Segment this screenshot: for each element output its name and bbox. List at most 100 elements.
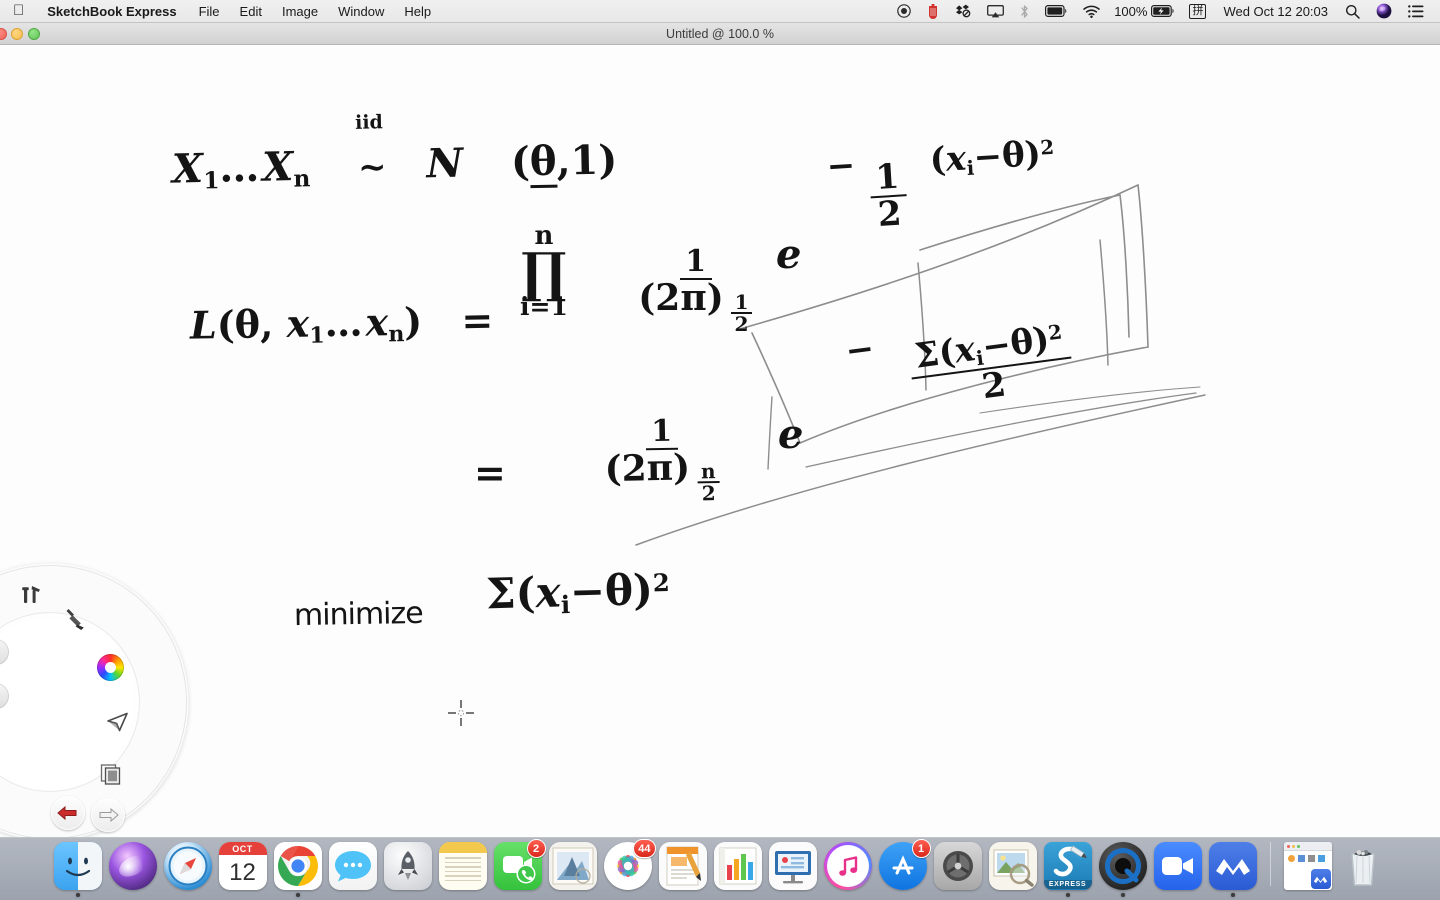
brush-icon[interactable] (60, 602, 94, 636)
calendar-icon: OCT 12 (218, 842, 267, 890)
red-app-status-icon[interactable] (919, 0, 947, 22)
dock-item-siri[interactable] (108, 842, 157, 890)
line1-variables: X1…Xn (171, 143, 311, 195)
photos-badge: 44 (633, 839, 656, 858)
app-store-badge: 1 (911, 839, 931, 858)
dock-item-facetime[interactable]: 2 (493, 839, 546, 890)
canvas-line-3-e: e (778, 411, 804, 458)
dock-item-calendar[interactable]: OCT 12 (218, 842, 267, 890)
color-wheel-icon[interactable] (93, 650, 127, 684)
zoom-window-button[interactable] (28, 27, 40, 40)
menu-help[interactable]: Help (394, 0, 441, 22)
dock-item-messages[interactable] (328, 842, 377, 890)
dock[interactable]: OCT 12 2 44 1 EXPRESS (0, 837, 1440, 900)
zoom-icon (1153, 842, 1202, 890)
menu-edit[interactable]: Edit (230, 0, 272, 22)
running-indicator (295, 893, 300, 897)
battery-charging-icon[interactable] (1151, 0, 1181, 22)
dock-item-app-store[interactable]: 1 (878, 839, 931, 890)
running-indicator (1120, 893, 1125, 897)
airplay-icon[interactable] (979, 0, 1012, 22)
battery-percent-label: 100% (1114, 3, 1148, 19)
dock-item-minimized-window[interactable] (1283, 842, 1332, 890)
notes-icon (438, 842, 487, 890)
dock-item-teams[interactable] (1208, 842, 1257, 897)
calendar-day: 12 (229, 858, 256, 886)
preview-icon (988, 842, 1037, 890)
drawing-canvas[interactable]: X1…Xn iid ~ N (θ,1) − 12 (xi−θ)2 L(θ, x1… (0, 45, 1440, 837)
dock-item-photos[interactable]: 44 (603, 839, 656, 890)
input-source-icon[interactable]: 拼 (1181, 0, 1214, 22)
finder-icon (53, 842, 102, 890)
dock-item-zoom[interactable] (1153, 842, 1202, 890)
dock-item-system-preferences[interactable] (933, 842, 982, 890)
menu-file[interactable]: File (189, 0, 230, 22)
minimize-window-button[interactable] (11, 27, 23, 40)
dock-item-chrome[interactable] (273, 842, 322, 897)
sketchbook-express-icon: EXPRESS (1043, 842, 1092, 890)
dock-item-mail[interactable] (548, 842, 597, 890)
running-indicator (75, 893, 80, 897)
trash-icon (1339, 842, 1387, 890)
dock-item-quicktime[interactable] (1098, 842, 1147, 897)
dock-item-sketchbook-express[interactable]: EXPRESS (1043, 842, 1092, 897)
dock-item-notes[interactable] (438, 842, 487, 890)
canvas-line-3-fraction: 1 (2π) n2 (595, 392, 729, 506)
dock-item-trash[interactable] (1339, 842, 1387, 890)
dock-item-pages[interactable] (658, 842, 707, 890)
spotlight-search-icon[interactable] (1337, 0, 1368, 22)
running-indicator (1230, 893, 1235, 897)
apple-menu[interactable]:  (0, 0, 35, 22)
bluetooth-icon[interactable] (1012, 0, 1037, 22)
canvas-line-1: X1…Xn iid ~ N (θ,1) (171, 111, 618, 195)
dock-item-keynote[interactable] (768, 842, 817, 890)
product-lower-limit: i=1 (520, 291, 568, 321)
apple-logo-icon:  (13, 3, 24, 18)
menu-image[interactable]: Image (272, 0, 328, 22)
menu-bar-clock[interactable]: Wed Oct 12 20:03 (1214, 0, 1337, 22)
window-title-bar[interactable]: Untitled @ 100.0 % (0, 23, 1440, 45)
canvas-line-4-label: minimize (293, 595, 423, 634)
selection-arrow-icon[interactable] (101, 705, 135, 739)
menu-app-name[interactable]: SketchBook Express (35, 0, 188, 22)
siri-icon[interactable] (1368, 0, 1400, 22)
sketchbook-window: Untitled @ 100.0 % X1…Xn iid ~ N (θ,1) −… (0, 23, 1440, 837)
dock-item-preview[interactable] (988, 842, 1037, 890)
minimized-window-thumbnail (1283, 842, 1332, 890)
input-source-label: 拼 (1189, 3, 1207, 19)
canvas-line-2-exponent: − 12 (xi−θ)2 (825, 133, 1055, 235)
siri-dock-icon (108, 842, 157, 890)
window-title: Untitled @ 100.0 % (666, 26, 774, 41)
line1-iid-tilde: iid ~ (354, 111, 387, 188)
teams-icon (1208, 842, 1257, 890)
wifi-icon[interactable] (1075, 0, 1108, 22)
undo-button[interactable] (51, 796, 85, 830)
canvas-line-4-expression: Σ(xi−θ)2 (485, 565, 671, 620)
safari-icon (163, 842, 212, 890)
tools-icon[interactable] (14, 577, 48, 611)
dock-item-safari[interactable] (163, 842, 212, 890)
sync-status-icon[interactable] (947, 0, 979, 22)
pages-icon (658, 842, 707, 890)
launchpad-icon (383, 842, 432, 890)
battery-icon[interactable] (1037, 0, 1075, 22)
canvas-line-2-lhs: L(θ, x1…xn) = (189, 297, 494, 349)
notification-center-icon[interactable] (1400, 0, 1432, 22)
quicktime-icon (1098, 842, 1147, 890)
facetime-badge: 2 (526, 839, 546, 858)
product-symbol: ∏ (521, 239, 567, 304)
dock-item-numbers[interactable] (713, 842, 762, 890)
dock-item-itunes[interactable] (823, 842, 872, 890)
system-preferences-icon (933, 842, 982, 890)
line1-parameters: (θ,1) (510, 136, 618, 189)
menu-window[interactable]: Window (328, 0, 394, 22)
screen-recording-icon[interactable] (889, 0, 919, 22)
dock-item-finder[interactable] (53, 842, 102, 897)
menu-bar-status-area: 100% 拼 Wed Oct 12 20:03 (889, 0, 1440, 22)
running-indicator (1065, 893, 1070, 897)
chrome-icon (273, 842, 322, 890)
redo-button[interactable] (91, 798, 125, 832)
layers-icon[interactable] (94, 758, 128, 792)
dock-item-launchpad[interactable] (383, 842, 432, 890)
canvas-line-2-e: e (776, 231, 802, 278)
